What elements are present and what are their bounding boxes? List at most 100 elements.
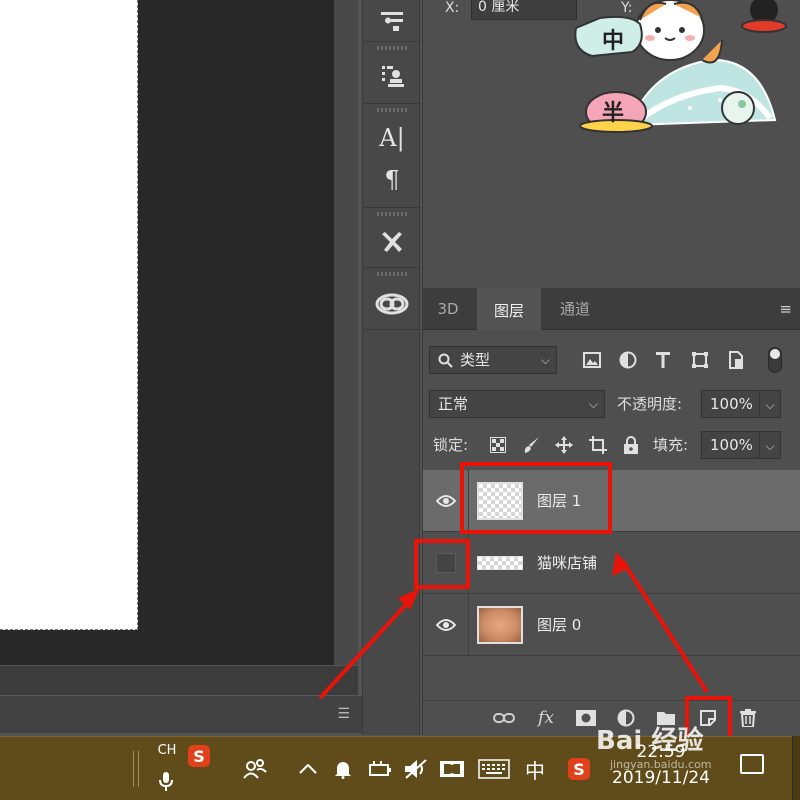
layer-name[interactable]: 图层 1 xyxy=(537,470,581,532)
lock-label: 锁定: xyxy=(433,436,469,454)
watermark-url: jingyan.baidu.com xyxy=(610,758,712,771)
tool-presets-icon[interactable] xyxy=(372,224,412,260)
filter-toggle-switch[interactable] xyxy=(768,347,782,373)
eye-icon xyxy=(435,619,456,631)
layer-thumbnail[interactable] xyxy=(477,606,523,644)
document-canvas[interactable] xyxy=(0,0,138,630)
panel-menu-icon[interactable]: ≡ xyxy=(779,300,792,318)
chevron-down-icon: ⌵ xyxy=(540,353,550,367)
fill-dropdown-button[interactable]: ⌵ xyxy=(759,431,781,459)
people-icon[interactable] xyxy=(240,737,270,800)
tab-3d[interactable]: 3D xyxy=(423,288,473,330)
baidu-jingyan-watermark: Bai 经验 xyxy=(596,720,703,757)
touch-keyboard-icon[interactable] xyxy=(476,737,512,800)
show-desktop-button[interactable] xyxy=(792,736,800,800)
dock-group-type: A| ¶ xyxy=(363,104,421,208)
blend-mode-value: 正常 xyxy=(438,395,469,413)
fill-label: 填充: xyxy=(653,436,689,454)
ime-language-indicator[interactable]: CH xyxy=(152,733,182,767)
lock-position-icon[interactable] xyxy=(553,434,575,456)
layer-visibility-toggle[interactable] xyxy=(423,532,469,594)
dock-group-tools xyxy=(363,208,421,268)
dolby-icon[interactable] xyxy=(438,737,466,800)
lock-all-icon[interactable] xyxy=(620,434,642,456)
shape-layer-filter-icon[interactable] xyxy=(689,349,711,371)
hidden-visibility-box-icon xyxy=(435,553,456,573)
lock-artboard-icon[interactable] xyxy=(587,434,609,456)
clone-source-icon[interactable] xyxy=(372,58,412,94)
paragraph-panel-icon[interactable]: ¶ xyxy=(372,162,412,198)
document-canvas-area[interactable] xyxy=(0,0,358,695)
chevron-down-icon: ⌵ xyxy=(765,439,775,453)
eye-icon xyxy=(435,495,456,507)
dock-group-stamp xyxy=(363,42,421,104)
blend-mode-select[interactable]: 正常 ⌵ xyxy=(429,390,605,418)
character-panel-icon[interactable]: A| xyxy=(372,120,412,156)
canvas-bottom-bar: ☰ xyxy=(0,695,362,733)
show-hidden-icons-chevron-icon[interactable] xyxy=(296,737,320,800)
layer-visibility-toggle[interactable] xyxy=(423,470,469,532)
chevron-down-icon: ⌵ xyxy=(588,397,598,411)
sogou-logo: S xyxy=(568,758,590,780)
sogou-tray-icon[interactable]: S xyxy=(564,737,594,800)
layers-panel: 3D 图层 通道 ≡ 类型 ⌵ 正常 ⌵ 不透明度: 100% ⌵ 锁定: 填充… xyxy=(422,288,800,735)
sticker-zhong-text: 中 xyxy=(602,29,624,54)
notification-bell-icon[interactable] xyxy=(330,737,356,800)
pixel-layer-filter-icon[interactable] xyxy=(581,349,603,371)
opacity-dropdown-button[interactable]: ⌵ xyxy=(759,390,781,418)
layer-filter-select[interactable]: 类型 ⌵ xyxy=(429,346,557,374)
layer-row-layer-1[interactable]: 图层 1 xyxy=(423,470,800,532)
layers-panel-tabs: 3D 图层 通道 ≡ xyxy=(423,288,800,330)
smart-object-filter-icon[interactable] xyxy=(725,349,747,371)
adjustment-layer-filter-icon[interactable] xyxy=(617,349,639,371)
dock-group-cc xyxy=(363,268,421,330)
tab-channels[interactable]: 通道 xyxy=(543,288,607,330)
layer-list: 图层 1 猫咪店铺 图层 0 xyxy=(423,470,800,700)
canvas-vertical-scrollbar[interactable] xyxy=(334,0,358,665)
opacity-label: 不透明度: xyxy=(617,395,683,413)
fx-icon[interactable]: fx xyxy=(535,707,557,729)
lock-transparent-pixels-icon[interactable] xyxy=(487,434,509,456)
taskbar-separator xyxy=(133,751,134,787)
properties-panel-icon[interactable] xyxy=(372,2,412,38)
blend-opacity-row: 正常 ⌵ 不透明度: 100% ⌵ xyxy=(423,376,800,420)
tab-layers[interactable]: 图层 xyxy=(477,288,541,330)
layer-row-layer-0[interactable]: 图层 0 xyxy=(423,594,800,656)
layer-name[interactable]: 图层 0 xyxy=(537,594,581,656)
layer-filter-value: 类型 xyxy=(460,351,491,369)
sticker-ban-text: 半 xyxy=(602,101,624,126)
lock-fill-row: 锁定: 填充: 100% ⌵ xyxy=(423,420,800,466)
add-mask-icon[interactable] xyxy=(575,707,597,729)
x-position-field[interactable]: 0 厘米 xyxy=(471,0,577,20)
ime-mode-indicator[interactable]: 中 xyxy=(520,737,550,800)
x-label: X: xyxy=(445,0,460,16)
trash-icon[interactable] xyxy=(737,707,759,729)
layer-filter-row: 类型 ⌵ xyxy=(423,330,800,376)
type-layer-filter-icon[interactable] xyxy=(652,349,674,371)
layer-thumbnail[interactable] xyxy=(477,482,523,520)
panel-menu-icon[interactable]: ☰ xyxy=(337,706,350,722)
battery-power-icon[interactable] xyxy=(366,737,394,800)
layer-row-cat-shop[interactable]: 猫咪店铺 xyxy=(423,532,800,594)
layer-thumbnail[interactable] xyxy=(477,556,523,570)
lock-image-pixels-icon[interactable] xyxy=(521,434,543,456)
cat-sticker-image: 中 半 xyxy=(574,0,787,133)
panel-dock-column: A| ¶ xyxy=(362,0,421,735)
creative-cloud-libraries-icon[interactable] xyxy=(372,286,412,322)
watermark-text: Bai 经验 xyxy=(596,726,704,756)
link-layers-icon[interactable] xyxy=(493,707,515,729)
action-center-icon[interactable] xyxy=(740,754,764,774)
dock-group-adjust xyxy=(363,0,421,42)
search-icon xyxy=(438,353,453,368)
opacity-value: 100% xyxy=(710,395,753,413)
sogou-logo: S xyxy=(188,745,210,767)
fill-value: 100% xyxy=(710,436,753,454)
microphone-icon[interactable] xyxy=(150,767,182,797)
layer-name[interactable]: 猫咪店铺 xyxy=(537,532,597,594)
chevron-down-icon: ⌵ xyxy=(765,398,775,412)
speaker-volume-icon[interactable] xyxy=(402,737,430,800)
layer-visibility-toggle[interactable] xyxy=(423,594,469,656)
taskbar-separator xyxy=(138,751,139,787)
sogou-input-icon[interactable]: S xyxy=(184,741,214,771)
canvas-status-bar xyxy=(0,665,358,695)
